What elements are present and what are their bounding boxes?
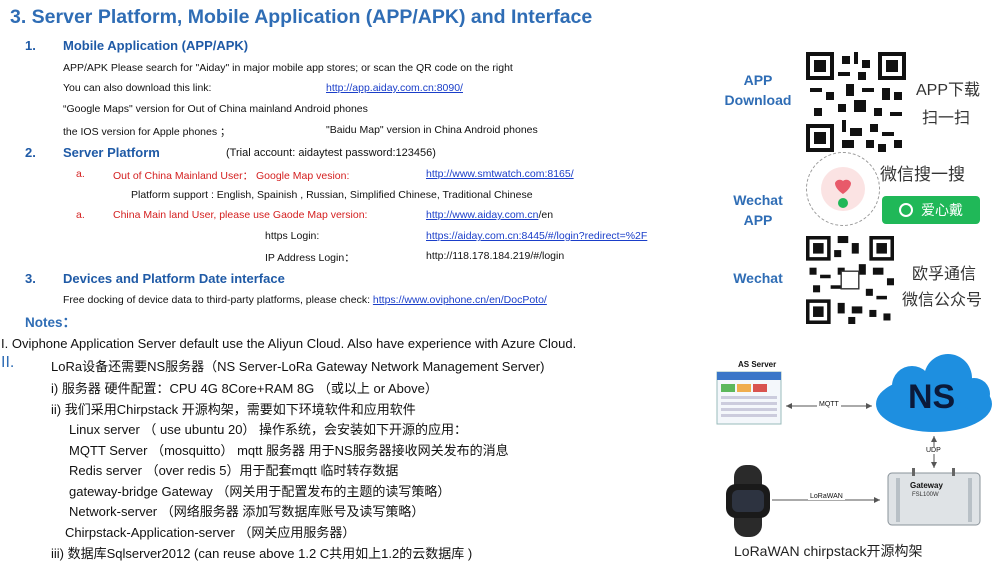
lora-watch xyxy=(726,465,770,537)
section-3-number: 3. xyxy=(25,271,36,286)
section-3-heading: Devices and Platform Date interface xyxy=(63,271,285,286)
app-cn-line1: APP下载 xyxy=(916,82,981,99)
lorawan-link-label: LoRaWAN xyxy=(808,493,845,500)
note-2-ii: ii) 我们采用Chirpstack 开源构架，需要如下环境软件和应用软件 xyxy=(51,402,416,417)
env-network-server: Network-server （网络服务器 添加写数据库账号及读写策略） xyxy=(69,504,425,519)
s2-a1-label: Out of China Mainland User： Google Map v… xyxy=(113,170,350,182)
env-mqtt: MQTT Server （mosquitto） mqtt 服务器 用于NS服务器… xyxy=(69,443,509,458)
gaode-map-link[interactable]: http://www.aiday.com.cn xyxy=(426,209,538,221)
wechat-miniapp-code[interactable] xyxy=(806,152,880,226)
wechat-search-text: 微信搜一搜 xyxy=(880,165,965,184)
notes-heading: Notes： xyxy=(25,315,77,330)
as-server-screenshot xyxy=(716,371,782,425)
wechat-cn-line1: 欧孚通信 xyxy=(912,266,977,283)
ip-login-value: http://118.178.184.219/#/login xyxy=(426,250,565,262)
app-download-label: APP Download xyxy=(724,72,792,108)
s1-line3: “Google Maps" version for Out of China m… xyxy=(63,103,368,115)
s2-a2-label: China Main land User, please use Gaode M… xyxy=(113,209,368,221)
wechat-label: Wechat xyxy=(733,270,783,286)
page-title: 3. Server Platform, Mobile Application (… xyxy=(10,6,593,28)
env-gateway-bridge: gateway-bridge Gateway （网关用于配置发布的主题的读写策略… xyxy=(69,484,451,499)
wechat-search-button-label: 爱心戴 xyxy=(921,202,963,218)
wechat-app-label: Wechat APP xyxy=(733,192,783,228)
note-2-iii: iii) 数据库Sqlserver2012 (can reuse above 1… xyxy=(51,546,473,561)
https-login-link[interactable]: https://aiday.com.cn:8445/#/login?redire… xyxy=(426,230,647,242)
ns-label: NS xyxy=(908,378,956,416)
s1-line2-label: You can also download this link: xyxy=(63,82,212,94)
gateway-label: Gateway xyxy=(910,481,943,490)
lorawan-architecture-diagram: AS Server NS MQTT UDP LoRaWAN Gateway FS… xyxy=(712,350,1000,563)
app-qr-code[interactable] xyxy=(806,52,906,152)
note-2: LoRa设备还需要NS服务器（NS Server-LoRa Gateway Ne… xyxy=(51,359,545,374)
wechat-qr-code[interactable] xyxy=(806,236,894,324)
s1-line4a: the IOS version for Apple phones ； xyxy=(63,126,231,138)
s1-line1: APP/APK Please search for "Aiday" in maj… xyxy=(63,62,513,74)
ip-login-label: IP Address Login： xyxy=(265,252,355,264)
note-1: I. Oviphone Application Server default u… xyxy=(1,336,577,351)
env-application-server: Chirpstack-Application-server （网关应用服务器） xyxy=(65,525,356,540)
trial-account: (Trial account: aidaytest password:12345… xyxy=(226,147,436,159)
search-icon xyxy=(899,203,913,217)
s1-line4b: "Baidu Map" version in China Android pho… xyxy=(326,124,538,136)
platform-support: Platform support : English, Spainish , R… xyxy=(131,189,533,201)
section-1-heading: Mobile Application (APP/APK) xyxy=(63,38,249,53)
s2-a2-number: a. xyxy=(76,209,85,221)
gaode-link-suffix: /en xyxy=(538,209,554,221)
app-cn-line2: 扫一扫 xyxy=(922,110,971,127)
https-login-label: https Login: xyxy=(265,230,320,242)
env-redis: Redis server （over redis 5）用于配套mqtt 临时转存… xyxy=(69,463,399,478)
udp-label: UDP xyxy=(924,447,943,454)
section-2-heading: Server Platform xyxy=(63,145,160,160)
doc-link[interactable]: https://www.oviphone.cn/en/DocPoto/ xyxy=(373,294,547,306)
wechat-cn-line2: 微信公众号 xyxy=(902,292,983,309)
diagram-caption: LoRaWAN chirpstack开源构架 xyxy=(734,543,923,559)
section-1-number: 1. xyxy=(25,38,36,53)
note-2-i: i) 服务器 硬件配置：CPU 4G 8Core+RAM 8G （或以上 or … xyxy=(51,381,438,396)
as-server-label: AS Server xyxy=(738,360,777,369)
s3-line-label: Free docking of device data to third-par… xyxy=(63,294,370,306)
gateway-model: FSL100W xyxy=(912,492,939,498)
s2-a1-number: a. xyxy=(76,168,85,180)
note-2-number: II. xyxy=(1,354,15,371)
section-2-number: 2. xyxy=(25,145,36,160)
wechat-search-button[interactable]: 爱心戴 xyxy=(882,196,980,224)
env-linux: Linux server （ use ubuntu 20） 操作系统，会安装如下… xyxy=(69,422,468,437)
google-map-link[interactable]: http://www.smtwatch.com:8165/ xyxy=(426,168,574,180)
mqtt-label: MQTT xyxy=(817,401,841,408)
app-download-link[interactable]: http://app.aiday.com.cn:8090/ xyxy=(326,82,463,94)
